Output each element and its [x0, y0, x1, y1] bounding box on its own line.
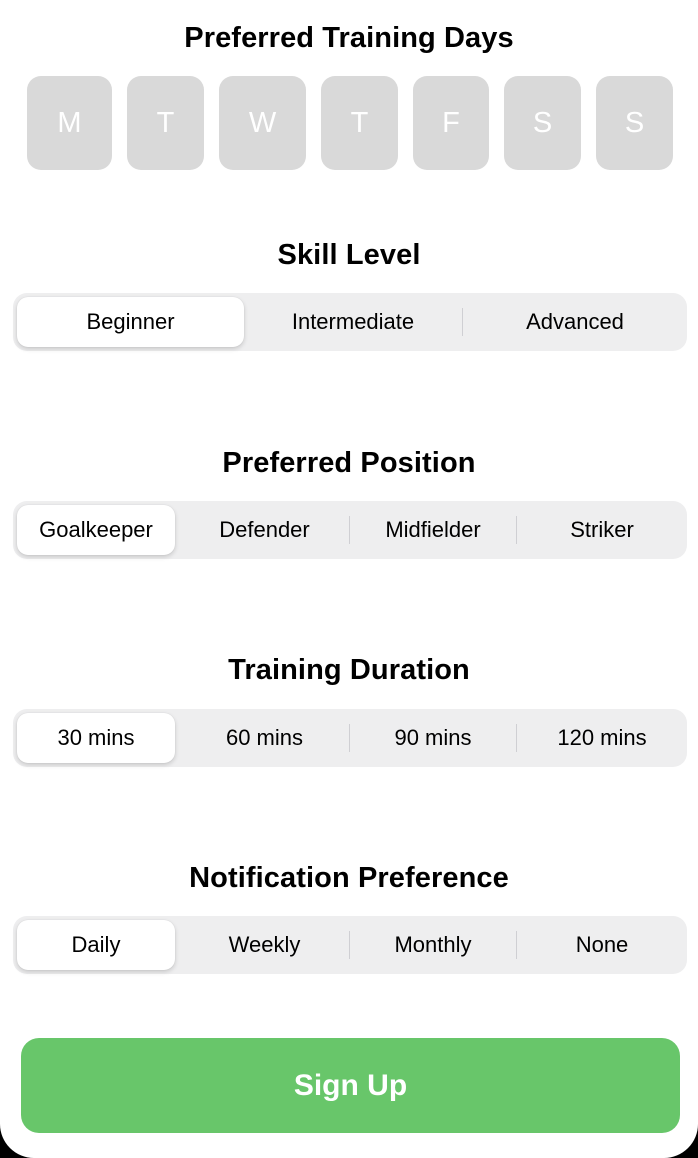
duration-option-120-mins[interactable]: 120 mins	[517, 709, 687, 767]
day-toggle-friday[interactable]: F	[413, 76, 489, 170]
position-option-defender[interactable]: Defender	[181, 501, 348, 559]
day-toggle-monday[interactable]: M	[27, 76, 112, 170]
duration-option-90-mins[interactable]: 90 mins	[350, 709, 516, 767]
day-toggle-thursday[interactable]: T	[321, 76, 398, 170]
position-option-striker[interactable]: Striker	[517, 501, 687, 559]
day-toggle-wednesday[interactable]: W	[219, 76, 306, 170]
notification-option-daily[interactable]: Daily	[17, 920, 175, 970]
duration-option-60-mins[interactable]: 60 mins	[181, 709, 348, 767]
preferred-position-segmented-control: Goalkeeper Defender Midfielder Striker	[13, 501, 687, 559]
day-toggle-sunday[interactable]: S	[596, 76, 673, 170]
signup-form-screen: Preferred Training Days M T W T F S S Sk…	[0, 0, 698, 1158]
notification-option-monthly[interactable]: Monthly	[350, 916, 516, 974]
skill-level-option-beginner[interactable]: Beginner	[17, 297, 244, 347]
position-option-midfielder[interactable]: Midfielder	[350, 501, 516, 559]
training-days-title: Preferred Training Days	[184, 22, 514, 54]
preferred-position-title: Preferred Position	[222, 447, 476, 479]
duration-option-30-mins[interactable]: 30 mins	[17, 713, 175, 763]
training-duration-title: Training Duration	[228, 654, 470, 686]
day-toggle-saturday[interactable]: S	[504, 76, 581, 170]
skill-level-option-advanced[interactable]: Advanced	[463, 293, 687, 351]
training-duration-segmented-control: 30 mins 60 mins 90 mins 120 mins	[13, 709, 687, 767]
skill-level-title: Skill Level	[277, 239, 421, 271]
notification-preference-title: Notification Preference	[189, 862, 509, 894]
sign-up-button[interactable]: Sign Up	[21, 1038, 680, 1133]
skill-level-option-intermediate[interactable]: Intermediate	[244, 293, 462, 351]
notification-preference-segmented-control: Daily Weekly Monthly None	[13, 916, 687, 974]
notification-option-weekly[interactable]: Weekly	[181, 916, 348, 974]
day-toggle-tuesday[interactable]: T	[127, 76, 204, 170]
notification-option-none[interactable]: None	[517, 916, 687, 974]
skill-level-segmented-control: Beginner Intermediate Advanced	[13, 293, 687, 351]
position-option-goalkeeper[interactable]: Goalkeeper	[17, 505, 175, 555]
